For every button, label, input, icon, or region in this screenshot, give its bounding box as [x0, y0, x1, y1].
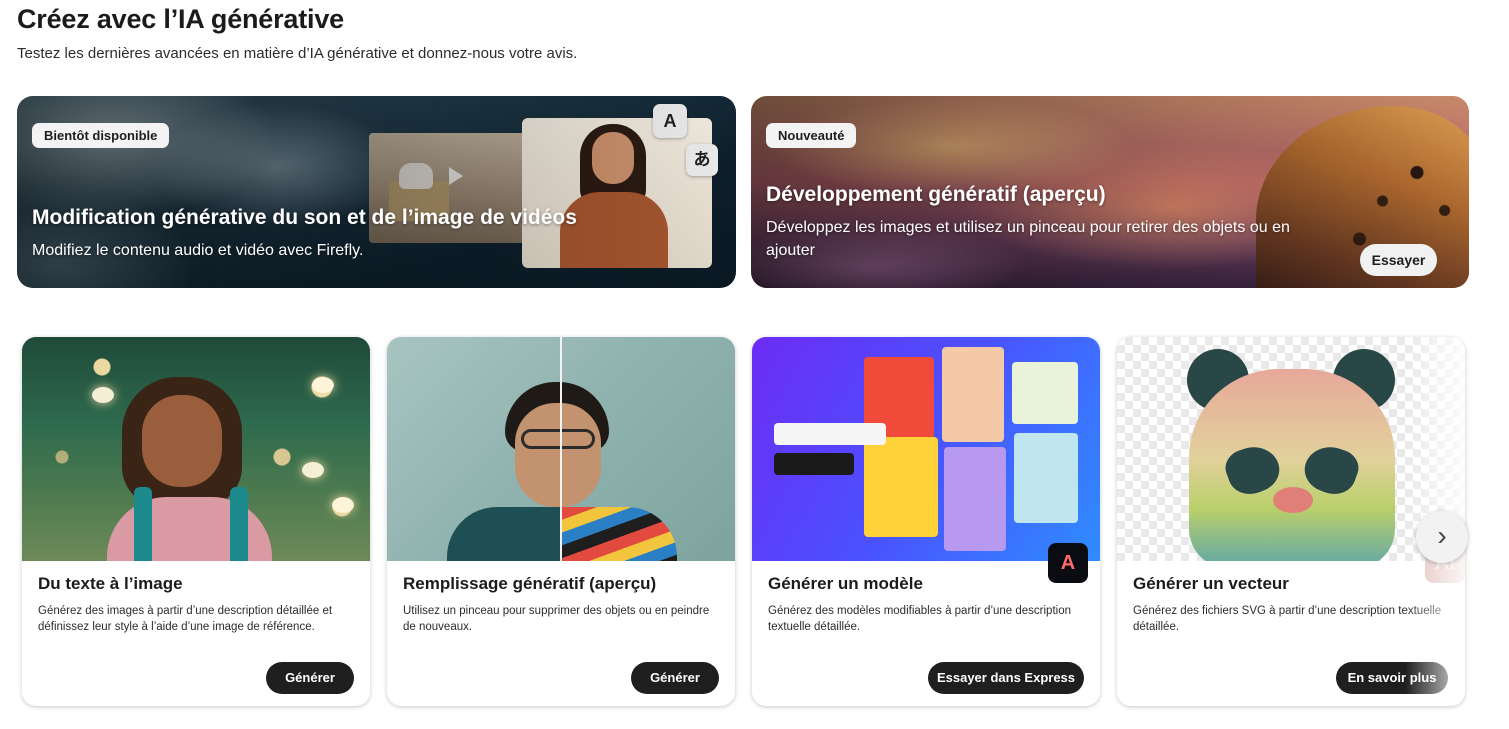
card-title: Remplissage génératif (aperçu)	[403, 574, 657, 593]
card-title: Générer un modèle	[768, 574, 923, 593]
hero-description: Modifiez le contenu audio et vidéo avec …	[32, 242, 364, 259]
man-portrait-image	[387, 337, 735, 561]
before-after-divider	[560, 337, 562, 561]
man-body-right	[562, 507, 677, 561]
butterfly-icon	[302, 462, 324, 478]
hero-title: Développement génératif (aperçu)	[766, 183, 1106, 206]
coming-soon-badge: Bientôt disponible	[32, 123, 170, 148]
prompt-bar-shape	[774, 423, 886, 445]
butterfly-icon	[332, 497, 354, 513]
card-description: Générez des modèles modifiables à partir…	[768, 605, 1071, 633]
try-button[interactable]: Essayer	[1360, 244, 1437, 276]
new-badge: Nouveauté	[766, 123, 857, 148]
girl-butterflies-image	[22, 337, 370, 561]
girl-face	[142, 395, 222, 487]
backpack-strap	[134, 487, 152, 561]
card-description: Utilisez un pinceau pour supprimer des o…	[403, 605, 710, 633]
adobe-express-icon: A	[1048, 543, 1088, 583]
butterfly-icon	[92, 387, 114, 403]
card-title: Du texte à l’image	[38, 574, 183, 593]
templates-collage-image	[752, 337, 1100, 561]
hero-banner-video-audio[interactable]: A あ Bientôt disponible Modification géné…	[17, 96, 736, 288]
generate-chip-shape	[774, 453, 854, 475]
feature-card-generate-vector[interactable]: Ai Générer un vecteur Générez des fichie…	[1117, 337, 1465, 706]
template-thumbnail	[942, 347, 1004, 442]
template-thumbnail	[1012, 362, 1078, 424]
panda-nose	[1273, 487, 1313, 513]
card-title: Générer un vecteur	[1133, 574, 1289, 593]
template-thumbnail	[1014, 433, 1078, 523]
page-subtitle: Testez les dernières avancées en matière…	[17, 45, 578, 62]
hero-banner-generative-expand[interactable]: Nouveauté Développement génératif (aperç…	[751, 96, 1469, 288]
template-thumbnail	[864, 437, 938, 537]
chevron-right-icon: ›	[1437, 520, 1447, 551]
man-face	[515, 403, 601, 507]
butterfly-icon	[312, 377, 334, 393]
panda-head	[1189, 369, 1395, 561]
template-thumbnail	[944, 447, 1006, 551]
glasses-shape	[521, 429, 595, 449]
hero-description: Développez les images et utilisez un pin…	[766, 219, 1290, 259]
generate-button[interactable]: Générer	[266, 662, 354, 694]
feature-card-generate-template[interactable]: A Générer un modèle Générez des modèles …	[752, 337, 1100, 706]
feature-card-generative-fill[interactable]: Remplissage génératif (aperçu) Utilisez …	[387, 337, 735, 706]
hero-title: Modification générative du son et de l’i…	[32, 206, 577, 229]
card-description: Générez des fichiers SVG à partir d’une …	[1133, 605, 1442, 633]
feature-card-text-to-image[interactable]: Du texte à l’image Générez des images à …	[22, 337, 370, 706]
man-body-left	[447, 507, 561, 561]
carousel-next-button[interactable]: ›	[1416, 511, 1468, 563]
card-description: Générez des images à partir d’une descri…	[38, 605, 333, 633]
page-title: Créez avec l’IA générative	[17, 4, 344, 34]
backpack-strap	[230, 487, 248, 561]
generate-button[interactable]: Générer	[631, 662, 719, 694]
try-in-express-button[interactable]: Essayer dans Express	[928, 662, 1084, 694]
